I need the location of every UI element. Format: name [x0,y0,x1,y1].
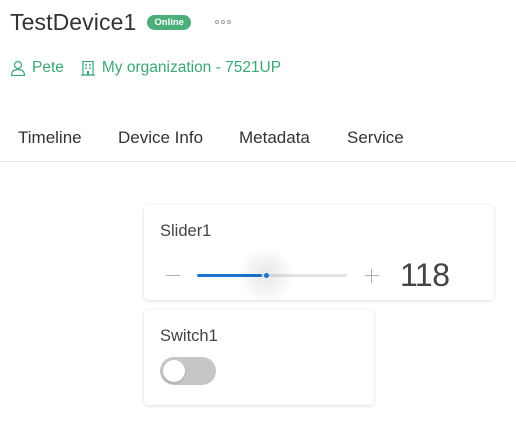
tab-metadata[interactable]: Metadata [239,128,310,148]
plus-icon[interactable] [365,269,379,283]
more-options-button[interactable] [213,16,233,28]
owner-name: Pete [32,59,64,76]
status-badge: Online [147,14,191,30]
slider-widget: Slider1 118 [144,205,494,303]
organization-name: My organization - 7521UP [101,59,282,76]
building-icon [80,60,95,76]
toggle-switch[interactable] [160,357,216,385]
more-dots-icon [214,20,231,24]
tab-bar: Timeline Device Info Metadata Service [0,118,516,162]
device-page: TestDevice1 Online Pete My organization … [0,0,516,422]
tab-device-info[interactable]: Device Info [118,128,203,148]
switch-widget: Switch1 [144,310,374,405]
slider-value: 118 [400,257,450,293]
tab-service[interactable]: Service [347,128,404,148]
slider-thumb[interactable] [264,273,269,278]
user-icon [10,60,26,76]
minus-icon[interactable] [166,275,180,276]
switch-label: Switch1 [160,327,218,345]
slider-track[interactable] [197,247,347,303]
owner-link[interactable]: Pete [10,59,64,77]
device-header: TestDevice1 Online [10,6,233,38]
device-meta: Pete My organization - 7521UP [10,56,281,80]
switch-knob [163,360,185,382]
tab-timeline[interactable]: Timeline [18,128,82,148]
device-title: TestDevice1 [10,8,137,35]
slider-label: Slider1 [160,222,212,240]
organization-link[interactable]: My organization - 7521UP [80,59,281,77]
